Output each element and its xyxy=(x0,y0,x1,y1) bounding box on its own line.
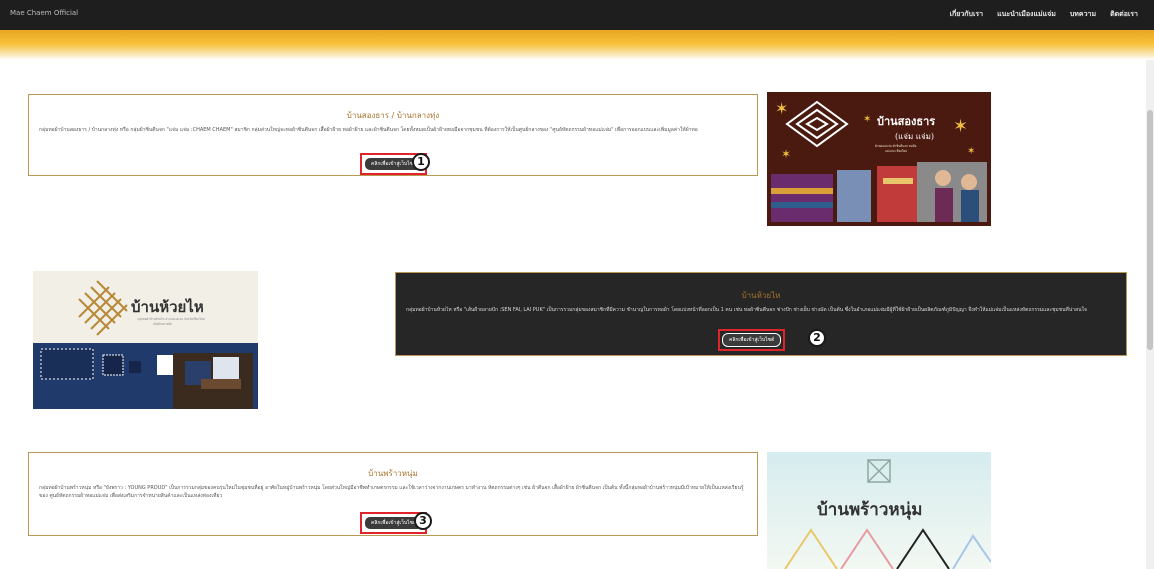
nav-item-contact[interactable]: ติดต่อเรา xyxy=(1110,9,1138,20)
poster-songthan-title: บ้านสองธาร xyxy=(877,115,936,128)
site-brand[interactable]: Mae Chaem Official xyxy=(10,9,78,17)
step-marker: 3 xyxy=(414,512,432,530)
svg-text:✶: ✶ xyxy=(781,147,791,161)
poster-huaihai-art xyxy=(33,271,258,409)
visit-website-button[interactable]: คลิกเพื่อเข้าสู่เว็บไซต์ xyxy=(722,333,782,347)
poster-songthan-subtitle: (แจ่ม แจ่ม) xyxy=(895,132,935,141)
card-title: บ้านพร้าวหนุ่ม xyxy=(368,469,418,478)
nav-item-maechaem[interactable]: แนะนำเมืองแม่แจ่ม xyxy=(997,9,1056,20)
main-nav: เกี่ยวกับเรา แนะนำเมืองแม่แจ่ม บทความ ติ… xyxy=(950,9,1138,20)
step-marker: 1 xyxy=(412,153,430,171)
step-marker: 2 xyxy=(808,329,826,347)
svg-text:✶: ✶ xyxy=(967,146,975,157)
poster-huaihai-caption2: เส้นฝ้ายลายปัก xyxy=(153,322,173,326)
card-title: บ้านสองธาร / บ้านกลางทุ่ง xyxy=(346,111,440,120)
scrollbar-thumb[interactable] xyxy=(1147,110,1153,350)
top-navbar: Mae Chaem Official เกี่ยวกับเรา แนะนำเมื… xyxy=(0,0,1154,30)
poster-huaihai-title: บ้านห้วยไห xyxy=(131,298,204,316)
button-highlight-box: คลิกเพื่อเข้าสู่เว็บไซต์ xyxy=(718,329,786,351)
poster-huaihai[interactable]: บ้านห้วยไห กลุ่มทอผ้าบ้านห้วยไห อำเภอแม่… xyxy=(33,271,258,409)
card-description: กลุ่มทอผ้าบ้านพร้าวหนุ่ม หรือ "ยังพราว :… xyxy=(39,485,744,499)
card-description: กลุ่มทอผ้าบ้านห้วยไห หรือ "เส้นฝ้ายลายปั… xyxy=(406,307,1087,313)
poster-phraonum-title: บ้านพร้าวหนุ่ม xyxy=(817,500,923,520)
header-gradient-band xyxy=(0,30,1154,60)
nav-item-about[interactable]: เกี่ยวกับเรา xyxy=(950,9,983,20)
svg-text:✶: ✶ xyxy=(775,99,788,118)
card-description: กลุ่มทอผ้าบ้านสองธาร / บ้านกลางทุ่ง หรือ… xyxy=(39,127,698,133)
poster-phraonum[interactable]: บ้านพร้าวหนุ่ม xyxy=(767,452,991,569)
page-scrollbar[interactable] xyxy=(1146,60,1154,569)
svg-text:✶: ✶ xyxy=(863,114,871,125)
poster-songthan[interactable]: ✶ ✶ ✶ ✶ ✶ บ้านสองธาร (แจ่ม แจ่ม) ผ้าทอแม… xyxy=(767,92,991,226)
card-title: บ้านห้วยไห xyxy=(741,291,781,300)
nav-item-articles[interactable]: บทความ xyxy=(1070,9,1096,20)
poster-songthan-caption2: แม่แจ่ม เชียงใหม่ xyxy=(885,149,908,153)
svg-text:✶: ✶ xyxy=(953,116,968,137)
